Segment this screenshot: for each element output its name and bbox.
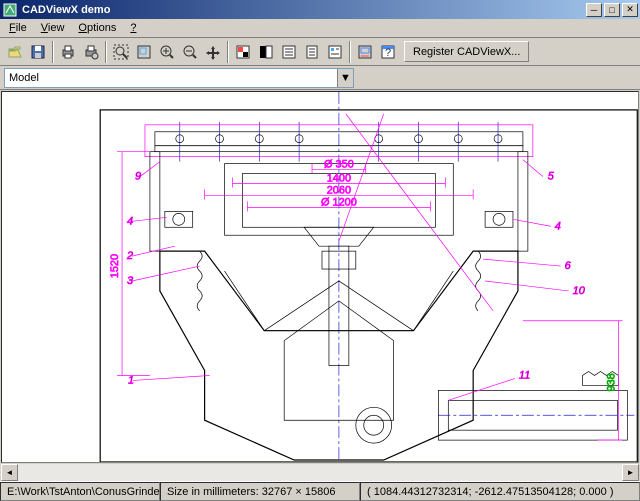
callout-4: 4	[127, 215, 133, 227]
chevron-down-icon[interactable]: ▼	[337, 69, 353, 87]
callout-6: 5	[548, 171, 555, 183]
cad-drawing: Ø 350 1400 2060 Ø 1200 1520 938	[2, 92, 638, 462]
save-icon[interactable]	[27, 41, 49, 63]
title-bar: CADViewX demo ─ □ ✕	[0, 0, 640, 19]
svg-text:?: ?	[385, 47, 391, 59]
callout-10: 10	[573, 285, 585, 297]
maximize-button[interactable]: □	[604, 3, 620, 17]
layout-combo-value: Model	[5, 72, 337, 84]
close-button[interactable]: ✕	[622, 3, 638, 17]
properties-icon[interactable]	[278, 41, 300, 63]
window-title: CADViewX demo	[22, 4, 584, 16]
status-bar: E:\Work\TstAnton\ConusGrinder.dxf Size i…	[0, 481, 640, 501]
zoom-in-icon[interactable]	[156, 41, 178, 63]
callout-2: 2	[126, 250, 133, 262]
layout-combo-row: Model ▼	[0, 66, 640, 90]
register-button[interactable]: Register CADViewX...	[404, 41, 529, 62]
dim-1520: 1520	[109, 254, 121, 278]
callout-5: 9	[135, 171, 141, 183]
entity-info-icon[interactable]	[324, 41, 346, 63]
workspace: Ø 350 1400 2060 Ø 1200 1520 938	[0, 90, 640, 481]
blackwhite-icon[interactable]	[255, 41, 277, 63]
dim-1400: 1400	[327, 173, 351, 185]
layers-icon[interactable]	[232, 41, 254, 63]
pan-icon[interactable]	[202, 41, 224, 63]
zoom-extents-icon[interactable]	[110, 41, 132, 63]
scroll-track[interactable]	[18, 464, 622, 481]
scroll-right-icon[interactable]: ►	[622, 464, 639, 481]
minimize-button[interactable]: ─	[586, 3, 602, 17]
zoom-window-icon[interactable]	[133, 41, 155, 63]
print-icon[interactable]	[57, 41, 79, 63]
dim-350: Ø 350	[324, 159, 354, 171]
layout-combo[interactable]: Model ▼	[4, 68, 354, 88]
layout-icon[interactable]	[354, 41, 376, 63]
dim-1200: Ø 1200	[321, 196, 357, 208]
menu-view[interactable]: View	[34, 20, 72, 36]
dim-938: 938	[605, 373, 617, 391]
about-icon[interactable]: ?	[377, 41, 399, 63]
drawing-info-icon[interactable]	[301, 41, 323, 63]
zoom-out-icon[interactable]	[179, 41, 201, 63]
menu-help[interactable]: ?	[123, 20, 143, 36]
callout-11: 11	[519, 369, 530, 381]
scroll-left-icon[interactable]: ◄	[1, 464, 18, 481]
menu-bar: File View Options ?	[0, 19, 640, 38]
horizontal-scrollbar[interactable]: ◄ ►	[1, 464, 639, 481]
callout-1: 1	[128, 374, 134, 386]
status-coords: ( 1084.44312732314; -2612.47513504128; 0…	[360, 482, 640, 501]
drawing-canvas[interactable]: Ø 350 1400 2060 Ø 1200 1520 938	[1, 91, 639, 463]
callout-9: 6	[565, 260, 572, 272]
dim-2060: 2060	[327, 184, 351, 196]
status-size: Size in millimeters: 32767 × 15806	[160, 482, 360, 501]
open-icon[interactable]	[4, 41, 26, 63]
toolbar: ? Register CADViewX...	[0, 38, 640, 66]
status-path: E:\Work\TstAnton\ConusGrinder.dxf	[0, 482, 160, 501]
menu-file[interactable]: File	[2, 20, 34, 36]
print-setup-icon[interactable]	[80, 41, 102, 63]
app-icon	[2, 2, 18, 18]
menu-options[interactable]: Options	[71, 20, 123, 36]
callout-3: 3	[127, 275, 133, 287]
callout-4b: 4	[555, 220, 561, 232]
